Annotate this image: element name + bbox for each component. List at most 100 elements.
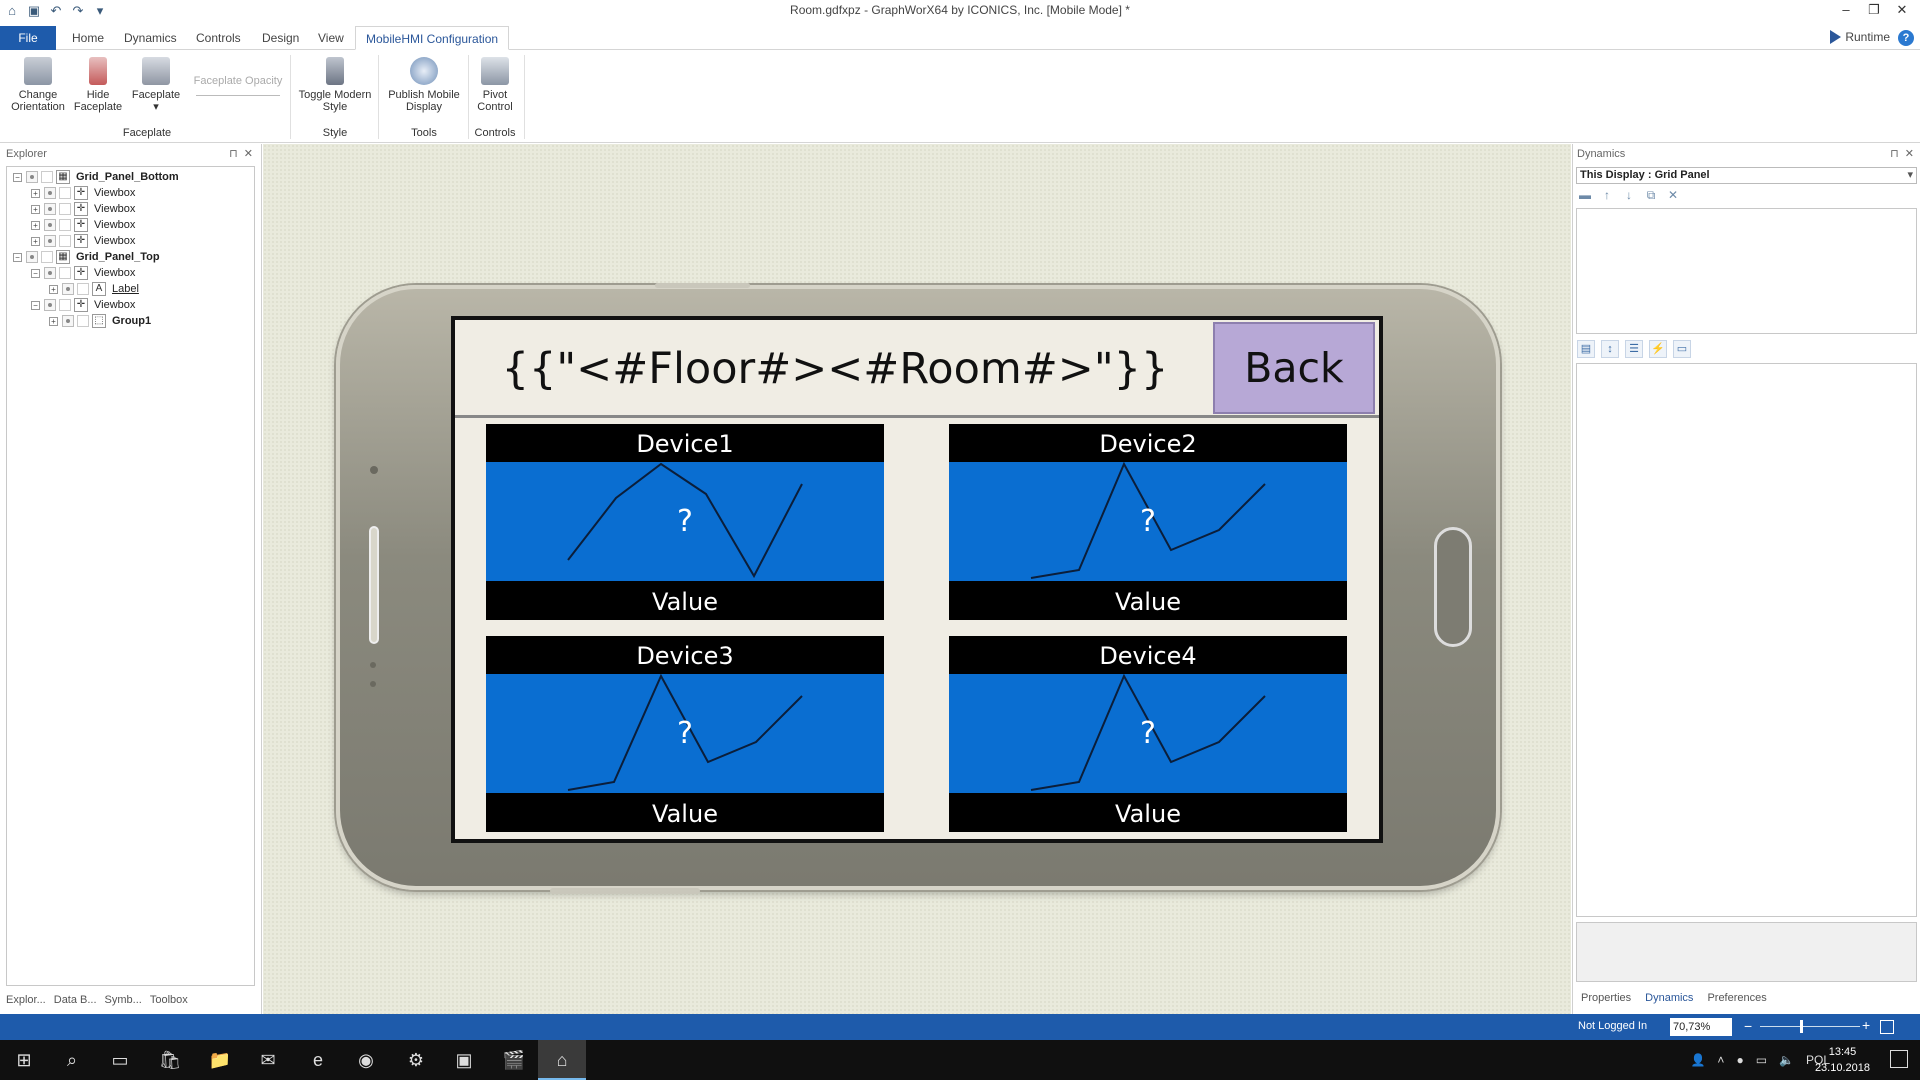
lock-icon[interactable]	[41, 171, 53, 183]
tree-node[interactable]: + A Label	[49, 281, 139, 297]
lock-icon[interactable]	[77, 315, 89, 327]
graphworx-icon[interactable]: ⌂	[538, 1040, 586, 1080]
move-up-icon[interactable]: ↑	[1599, 188, 1615, 204]
property-grid[interactable]	[1576, 363, 1917, 917]
visibility-icon[interactable]	[44, 187, 56, 199]
visibility-icon[interactable]	[44, 267, 56, 279]
lock-icon[interactable]	[59, 187, 71, 199]
publish-mobile-display-button[interactable]: Publish Mobile Display	[382, 57, 466, 113]
change-orientation-button[interactable]: Change Orientation	[6, 57, 70, 113]
tab-file[interactable]: File	[0, 26, 56, 50]
tab-properties[interactable]: Properties	[1581, 992, 1631, 1004]
chevron-up-icon[interactable]: ˄	[1717, 1053, 1724, 1067]
restore-icon[interactable]: ❐	[1860, 0, 1888, 20]
tree-node[interactable]: + ✛ Viewbox	[31, 217, 135, 233]
store-icon[interactable]: 🛍	[146, 1040, 194, 1080]
expand-icon[interactable]: +	[31, 188, 40, 198]
collapse-icon[interactable]: −	[13, 172, 22, 182]
zoom-out-icon[interactable]: −	[1744, 1018, 1752, 1034]
start-icon[interactable]: ⊞	[0, 1040, 48, 1080]
tree-node[interactable]: + ✛ Viewbox	[31, 201, 135, 217]
visibility-icon[interactable]	[26, 251, 38, 263]
lock-icon[interactable]	[59, 203, 71, 215]
settings-icon[interactable]: ⚙	[392, 1040, 440, 1080]
device-tile-3[interactable]: Device3 ? Value	[486, 636, 884, 832]
tab-data-browser[interactable]: Data B...	[54, 994, 97, 1012]
tab-preferences[interactable]: Preferences	[1707, 992, 1766, 1004]
close-icon[interactable]: ✕	[1888, 0, 1916, 20]
lock-icon[interactable]	[77, 283, 89, 295]
collapse-icon[interactable]: −	[31, 300, 40, 310]
lock-icon[interactable]	[59, 219, 71, 231]
tree-node[interactable]: + ✛ Viewbox	[31, 185, 135, 201]
tab-mobilehmi-configuration[interactable]: MobileHMI Configuration	[355, 26, 510, 50]
help-icon[interactable]: ?	[1898, 30, 1914, 46]
edge-icon[interactable]: e	[294, 1040, 342, 1080]
antivirus-icon[interactable]: ●	[1736, 1053, 1743, 1067]
tab-symbols[interactable]: Symb...	[105, 994, 142, 1012]
sort-az-icon[interactable]: ↕	[1601, 340, 1619, 358]
chrome-icon[interactable]: ◉	[342, 1040, 390, 1080]
tree-node[interactable]: + ⬚ Group1	[49, 313, 151, 329]
expand-icon[interactable]: +	[49, 316, 58, 326]
expand-icon[interactable]: +	[49, 284, 58, 294]
tab-view[interactable]: View	[308, 26, 354, 50]
tab-toolbox[interactable]: Toolbox	[150, 994, 188, 1012]
pivot-control-button[interactable]: Pivot Control	[472, 57, 518, 113]
visibility-icon[interactable]	[44, 203, 56, 215]
pin-icon[interactable]: ⊓	[229, 148, 238, 160]
runtime-button[interactable]: Runtime	[1830, 30, 1890, 44]
back-button[interactable]: Back	[1213, 322, 1375, 414]
action-center-icon[interactable]	[1890, 1050, 1908, 1068]
minimize-icon[interactable]: –	[1832, 0, 1860, 20]
expand-icon[interactable]: +	[31, 236, 40, 246]
tree-node[interactable]: − ▦ Grid_Panel_Top	[13, 249, 160, 265]
pin-icon[interactable]: ⊓	[1890, 148, 1899, 160]
mail-icon[interactable]: ✉	[244, 1040, 292, 1080]
visibility-icon[interactable]	[62, 283, 74, 295]
volume-icon[interactable]: 🔈	[1779, 1053, 1794, 1067]
expand-icon[interactable]: +	[31, 204, 40, 214]
object-selector[interactable]: This Display : Grid Panel ▾	[1576, 167, 1917, 184]
visibility-icon[interactable]	[62, 315, 74, 327]
network-icon[interactable]: ▭	[1756, 1053, 1767, 1067]
tab-controls[interactable]: Controls	[186, 26, 251, 50]
visibility-icon[interactable]	[44, 299, 56, 311]
zoom-input[interactable]: 70,73%	[1670, 1018, 1732, 1036]
faceplate-opacity-slider[interactable]: Faceplate Opacity	[188, 57, 288, 96]
categorized-icon[interactable]: ▤	[1577, 340, 1595, 358]
device-tile-2[interactable]: Device2 ? Value	[949, 424, 1347, 620]
people-icon[interactable]: 👤	[1690, 1053, 1705, 1067]
clock[interactable]: 13:45 23.10.2018	[1815, 1044, 1870, 1076]
visibility-icon[interactable]	[44, 235, 56, 247]
faceplate-button[interactable]: Faceplate ▾	[128, 57, 184, 113]
tab-dynamics-panel[interactable]: Dynamics	[1645, 992, 1693, 1004]
tab-home[interactable]: Home	[62, 26, 114, 50]
file-explorer-icon[interactable]: 📁	[196, 1040, 244, 1080]
toggle-modern-style-button[interactable]: Toggle Modern Style	[294, 57, 376, 113]
tree-node[interactable]: − ▦ Grid_Panel_Bottom	[13, 169, 179, 185]
app-window-icon[interactable]: ▣	[440, 1040, 488, 1080]
search-icon[interactable]: ⌕	[48, 1040, 96, 1080]
events-icon[interactable]: ⚡	[1649, 340, 1667, 358]
tree-node[interactable]: − ✛ Viewbox	[31, 265, 135, 281]
close-icon[interactable]: ✕	[244, 148, 253, 160]
tree-node[interactable]: − ✛ Viewbox	[31, 297, 135, 313]
tree-node[interactable]: + ✛ Viewbox	[31, 233, 135, 249]
hide-faceplate-button[interactable]: Hide Faceplate	[70, 57, 126, 113]
device-tile-1[interactable]: Device1 ? Value	[486, 424, 884, 620]
lock-icon[interactable]	[41, 251, 53, 263]
zoom-slider-thumb[interactable]	[1800, 1020, 1803, 1033]
visibility-icon[interactable]	[26, 171, 38, 183]
tab-design[interactable]: Design	[252, 26, 309, 50]
device-tile-4[interactable]: Device4 ? Value	[949, 636, 1347, 832]
pages-icon[interactable]: ▭	[1673, 340, 1691, 358]
add-dynamic-icon[interactable]: ▬	[1577, 188, 1593, 204]
zoom-in-icon[interactable]: +	[1862, 1017, 1870, 1033]
collapse-icon[interactable]: −	[13, 252, 22, 262]
copy-icon[interactable]: ⧉	[1643, 188, 1659, 204]
move-down-icon[interactable]: ↓	[1621, 188, 1637, 204]
tab-explorer[interactable]: Explor...	[6, 994, 46, 1012]
expand-icon[interactable]: +	[31, 220, 40, 230]
close-icon[interactable]: ✕	[1905, 148, 1914, 160]
